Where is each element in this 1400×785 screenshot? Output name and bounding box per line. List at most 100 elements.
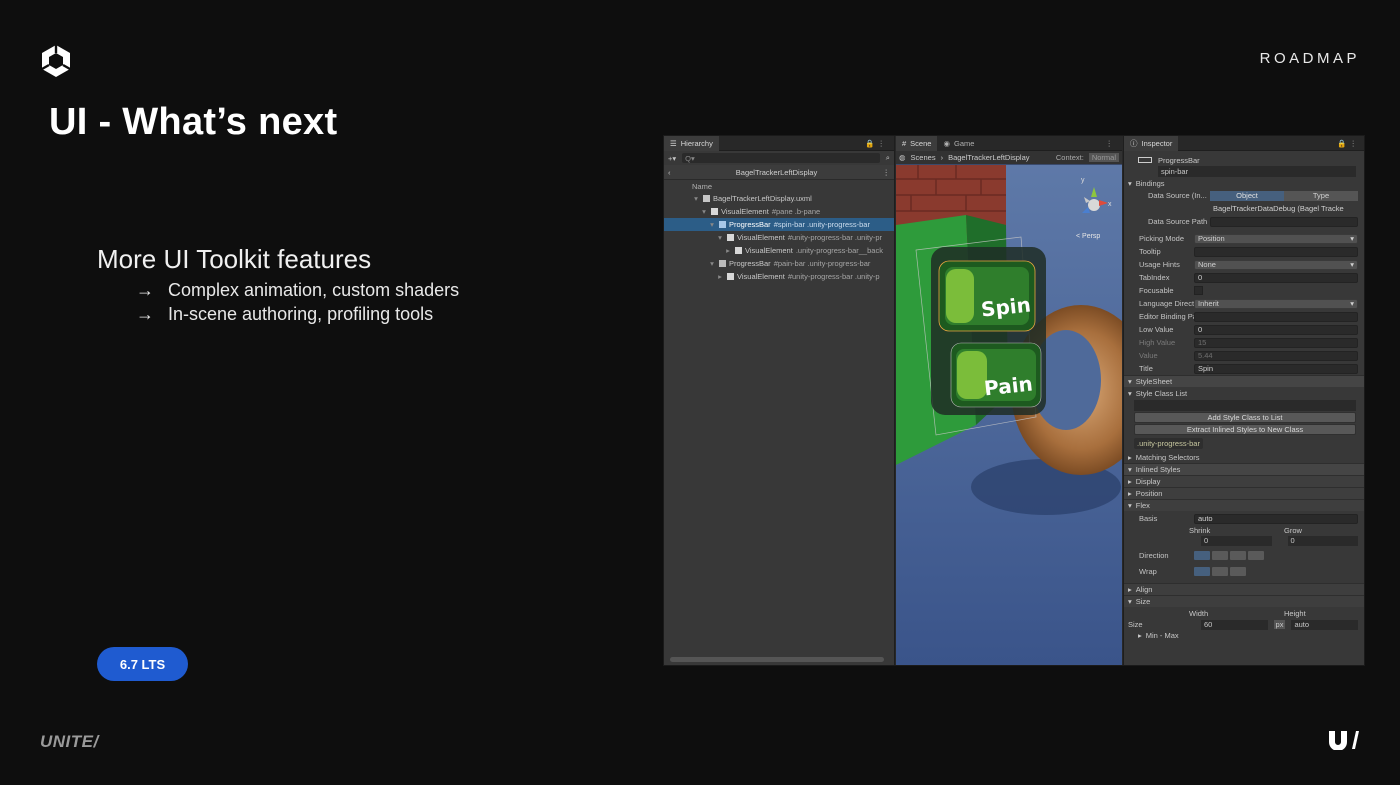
hierarchy-column-header: Name (664, 180, 894, 192)
size-row: Size 60 px auto (1124, 619, 1364, 630)
tab-game[interactable]: ◉ Game (937, 136, 981, 151)
toggle-type[interactable]: Type (1284, 190, 1358, 201)
field-row: Low Value 0 (1124, 323, 1364, 336)
picking-mode-dropdown[interactable]: Position ▾ (1194, 233, 1358, 244)
usage-hints-dropdown[interactable]: None ▾ (1194, 259, 1358, 270)
grow-field[interactable]: 0 (1287, 535, 1358, 546)
display-section[interactable]: ▸ Display (1124, 475, 1364, 487)
list-icon: ☰ (670, 138, 677, 148)
tab-hierarchy[interactable]: ☰ Hierarchy (664, 136, 719, 151)
chevron-right-icon: › (940, 153, 944, 162)
inlined-styles-section[interactable]: ▾ Inlined Styles (1124, 463, 1364, 475)
value-field[interactable]: 5.44 (1194, 350, 1358, 361)
inspector-tabbar: ⓘ Inspector 🔒⋮ (1124, 136, 1364, 151)
focusable-checkbox[interactable] (1194, 286, 1203, 295)
slide-title: UI - What’s next (49, 101, 338, 143)
width-unit-dropdown[interactable]: px (1273, 620, 1286, 629)
matching-selectors-section[interactable]: ▸ Matching Selectors (1124, 451, 1364, 463)
data-source-path-row: Data Source Path (1124, 215, 1364, 228)
hierarchy-scene-header: ‹ BagelTrackerLeftDisplay ⋮ (664, 165, 894, 180)
panel-menu-icon[interactable]: 🔒⋮ (865, 139, 894, 148)
panel-menu-icon[interactable]: ⋮ (1106, 139, 1123, 148)
version-badge: 6.7 LTS (97, 647, 188, 681)
style-class-chip[interactable]: .unity-progress-bar (1134, 438, 1203, 449)
back-icon[interactable]: ‹ (668, 168, 671, 177)
flex-section[interactable]: ▾ Flex (1124, 499, 1364, 511)
scene-breadcrumb-bar: ◍ Scenes › BagelTrackerLeftDisplay Conte… (896, 151, 1122, 164)
editor-binding-path-field[interactable] (1194, 311, 1358, 322)
language-direction-dropdown[interactable]: Inherit ▾ (1194, 298, 1358, 309)
bullet-item: → Complex animation, custom shaders (136, 278, 459, 302)
direction-row: Direction (1124, 549, 1364, 562)
title-field[interactable]: Spin (1194, 363, 1358, 374)
horizontal-scrollbar[interactable] (670, 657, 884, 662)
tab-inspector[interactable]: ⓘ Inspector (1124, 136, 1179, 151)
tooltip-field[interactable] (1194, 246, 1358, 257)
breadcrumb-root[interactable]: Scenes (911, 153, 936, 162)
panel-menu-icon[interactable]: 🔒⋮ (1337, 139, 1364, 148)
shrink-field[interactable]: 0 (1201, 535, 1272, 546)
inspector-panel: ⓘ Inspector 🔒⋮ ProgressBar spin-bar ▾ Bind… (1123, 136, 1364, 665)
hierarchy-row[interactable]: ▾ VisualElement #pane .b-pane (664, 205, 894, 218)
add-style-class-button[interactable]: Add Style Class to List (1134, 412, 1356, 423)
tabindex-field[interactable]: 0 (1194, 272, 1358, 283)
tab-scene[interactable]: # Scene (896, 136, 938, 151)
data-source-value-row: BagelTrackerDataDebug (Bagel Tracke (1124, 202, 1364, 215)
data-source-row: Data Source (In... Object Type (1124, 189, 1364, 202)
basis-field[interactable]: auto (1194, 513, 1358, 524)
scene-render (896, 165, 1122, 665)
scene-viewport[interactable]: Spin Pain y x < Persp (896, 165, 1122, 665)
bullet-list: → Complex animation, custom shaders → In-s… (136, 278, 459, 326)
search-options-icon[interactable]: ⌕ (886, 153, 890, 163)
more-icon[interactable]: ⋮ (883, 168, 891, 177)
bullet-item: → In-scene authoring, profiling tools (136, 302, 459, 326)
high-value-field[interactable]: 15 (1194, 337, 1358, 348)
hierarchy-row[interactable]: ▸ VisualElement .unity-progress-bar__back (664, 244, 894, 257)
persp-label[interactable]: < Persp (1076, 233, 1100, 240)
position-section[interactable]: ▸ Position (1124, 487, 1364, 499)
field-row: Tooltip (1124, 245, 1364, 258)
search-input[interactable]: Q▾ (682, 153, 880, 163)
direction-buttons[interactable] (1194, 551, 1264, 560)
unite-wordmark: UNITE/ (40, 732, 99, 751)
unity-scene-icon: ◍ (899, 153, 906, 162)
low-value-field[interactable]: 0 (1194, 324, 1358, 335)
bindings-section[interactable]: ▾ Bindings (1124, 177, 1364, 189)
section-label: ROADMAP (1259, 50, 1360, 67)
element-name-field[interactable]: spin-bar (1158, 166, 1356, 177)
toggle-object[interactable]: Object (1210, 190, 1284, 201)
height-field[interactable]: auto (1291, 619, 1359, 630)
class-input[interactable] (1134, 400, 1356, 411)
hierarchy-row[interactable]: ▾ VisualElement #unity-progress-bar .unity… (664, 231, 894, 244)
wrap-row: Wrap (1124, 565, 1364, 578)
add-icon[interactable]: +▾ (668, 154, 676, 163)
data-source-object-field[interactable]: BagelTrackerDataDebug (Bagel Tracke (1210, 203, 1358, 214)
min-max-foldout[interactable]: ▸ Min - Max (1124, 630, 1364, 641)
extract-inlined-styles-button[interactable]: Extract Inlined Styles to New Class (1134, 424, 1356, 435)
slide-subhead: More UI Toolkit features (97, 244, 372, 274)
unity-editor-window: ☰ Hierarchy 🔒⋮ +▾ Q▾ ⌕ ‹ BagelTrackerLeft… (663, 135, 1365, 666)
field-row: Picking Mode Position ▾ (1124, 232, 1364, 245)
stylesheet-section[interactable]: ▾ StyleSheet (1124, 375, 1364, 387)
hierarchy-row-selected[interactable]: ▾ ProgressBar #spin-bar .unity-progress-ba… (664, 218, 894, 231)
width-field[interactable]: 60 (1201, 619, 1268, 630)
hierarchy-row[interactable]: ▸ VisualElement #unity-progress-bar .unity… (664, 270, 894, 283)
context-label: Context: (1055, 153, 1084, 162)
pain-bar-label: Pain (982, 371, 1034, 401)
field-row: Usage Hints None ▾ (1124, 258, 1364, 271)
field-row: Focusable (1124, 284, 1364, 297)
data-source-path-field[interactable] (1210, 216, 1358, 227)
basis-row: Basis auto (1124, 512, 1364, 525)
column-name: Name (692, 181, 713, 191)
info-icon: ⓘ (1130, 138, 1138, 148)
style-class-list-section[interactable]: ▾ Style Class List (1124, 387, 1364, 399)
align-section[interactable]: ▸ Align (1124, 583, 1364, 595)
size-section[interactable]: ▾ Size (1124, 595, 1364, 607)
context-dropdown[interactable]: Normal (1088, 153, 1119, 162)
wrap-buttons[interactable] (1194, 567, 1246, 576)
size-column-labels: Width Height (1189, 608, 1306, 618)
hierarchy-row[interactable]: ▾ ProgressBar #pain-bar .unity-progress-ba… (664, 257, 894, 270)
inspector-header: ProgressBar spin-bar (1124, 151, 1364, 177)
hierarchy-row[interactable]: ▾ BagelTrackerLeftDisplay.uxml (664, 192, 894, 205)
breadcrumb-current[interactable]: BagelTrackerLeftDisplay (948, 153, 1029, 162)
